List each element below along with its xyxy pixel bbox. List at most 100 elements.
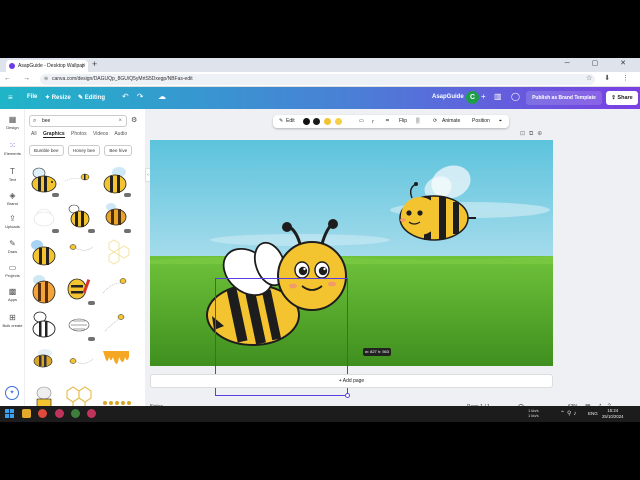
graphic-bee-1[interactable] — [27, 163, 61, 197]
clear-search-icon[interactable]: × — [118, 116, 122, 126]
tray-icons[interactable]: ⌃⚲♪ — [560, 410, 578, 417]
network-speed: 1 kb/s 1 kb/s — [528, 408, 539, 418]
avatar[interactable]: C — [466, 91, 479, 104]
rail-label: Text — [8, 177, 17, 182]
graphic-bee-lineart[interactable] — [27, 307, 61, 341]
position-button[interactable]: Position — [472, 118, 490, 124]
page-tools[interactable]: ⊡⧉⊕ — [520, 130, 546, 138]
rail-item-design[interactable]: ▦ Design — [0, 115, 25, 130]
invite-plus-icon[interactable]: + — [481, 92, 486, 101]
copy-style-icon[interactable]: ⌖ — [499, 118, 502, 124]
brand-icon: ◈ — [9, 191, 16, 200]
edit-button[interactable]: Edit — [286, 118, 295, 124]
graphic-bee-6[interactable] — [27, 235, 61, 269]
flip-button[interactable]: Flip — [399, 118, 407, 124]
app-icon-pink[interactable] — [87, 409, 96, 418]
chip-bumble-bee[interactable]: Bumble bee — [29, 145, 64, 156]
color-swatch-2[interactable] — [313, 118, 320, 125]
transparency-icon[interactable]: ▒ — [416, 118, 420, 124]
rail-item-uploads[interactable]: ⇪ Uploads — [0, 214, 25, 229]
rail-label: Elements — [4, 151, 21, 156]
rail-item-text[interactable]: T Text — [0, 167, 25, 182]
graphic-bee-sketch[interactable] — [63, 307, 97, 341]
filter-icon[interactable]: ⚙ — [131, 116, 137, 124]
graphic-bee-realistic[interactable] — [27, 343, 61, 377]
color-swatch-4[interactable] — [335, 118, 342, 125]
new-tab-button[interactable]: + — [92, 59, 97, 69]
share-button[interactable]: ⇪ Share — [606, 91, 638, 105]
menu-icon[interactable]: ≡ — [8, 93, 13, 102]
comments-icon[interactable]: ◯ — [511, 92, 520, 101]
browser-extension-icons[interactable]: ☆ ⬇ ⋮ — [586, 74, 634, 82]
tab-audio[interactable]: Audio — [114, 131, 127, 137]
clock[interactable]: 15:24 25/10/2024 — [602, 408, 624, 420]
undo-redo-icons[interactable]: ↶↷ — [122, 92, 151, 101]
analytics-icon[interactable]: ▥ — [494, 92, 502, 101]
editor-topbar: ≡ File ✦ Resize ✎ Editing ↶↷ ☁ AsapGuide… — [0, 87, 640, 109]
document-title[interactable]: AsapGuide — [432, 94, 464, 100]
graphic-bee-9[interactable] — [99, 271, 133, 305]
screen: AsapGuide - Desktop Wallpap × + ─ ▢ ✕ ← … — [0, 58, 640, 422]
chrome-icon[interactable] — [38, 409, 47, 418]
border-style-icon[interactable]: ▭ — [359, 118, 364, 124]
tab-photos[interactable]: Photos — [71, 131, 87, 137]
rail-item-bulk-create[interactable]: ⊞ Bulk create — [0, 313, 25, 328]
graphic-bee-4[interactable] — [63, 199, 97, 233]
graphic-bee-8[interactable] — [63, 271, 97, 305]
graphic-bee-5[interactable] — [99, 199, 133, 233]
graphic-bee-10[interactable] — [99, 307, 133, 341]
browser-tab[interactable]: AsapGuide - Desktop Wallpap × — [6, 60, 88, 72]
search-input[interactable]: ⌕ bee × — [29, 115, 127, 127]
color-swatch-1[interactable] — [303, 118, 310, 125]
close-tab-icon[interactable]: × — [81, 60, 85, 72]
graphic-bee-3[interactable] — [99, 163, 133, 197]
graphic-bee-outline[interactable] — [27, 199, 61, 233]
windows-start-icon[interactable] — [5, 409, 14, 418]
url-field[interactable]: ⊜ canva.com/design/DAGUQp_8GU/Q5yMrtS5Dx… — [40, 74, 595, 85]
publish-brand-template-button[interactable]: Publish as Brand Template — [526, 91, 602, 105]
edit-icon[interactable]: ✎ — [279, 118, 283, 124]
animate-button[interactable]: Animate — [442, 118, 460, 124]
app-icon-red[interactable] — [55, 409, 64, 418]
language-indicator[interactable]: ENG — [588, 411, 598, 416]
rail-item-brand[interactable]: ◈ Brand — [0, 191, 25, 206]
upload-icon: ⇪ — [9, 214, 16, 223]
chrome-profile-icon[interactable] — [71, 409, 80, 418]
projects-icon: ▭ — [8, 263, 17, 272]
windows-taskbar: 1 kb/s 1 kb/s ⌃⚲♪ ENG 15:24 25/10/2024 — [0, 406, 640, 422]
chip-honey-bee[interactable]: Honey bee — [67, 145, 101, 156]
rail-label: Brand — [7, 201, 18, 206]
browser-tab-bar: AsapGuide - Desktop Wallpap × + ─ ▢ ✕ — [0, 58, 640, 72]
elements-panel: ⌕ bee × ⚙ All Graphics Photos Videos Aud… — [25, 109, 145, 422]
tab-all[interactable]: All — [31, 131, 37, 137]
graphic-bee-7[interactable] — [27, 271, 61, 305]
canva-favicon-icon — [9, 63, 15, 69]
crop-icon[interactable]: ⌗ — [386, 118, 389, 124]
animate-icon[interactable]: ⟳ — [433, 118, 437, 124]
file-explorer-icon[interactable] — [22, 409, 31, 418]
rail-label: Uploads — [5, 224, 20, 229]
file-menu[interactable]: File — [27, 94, 37, 100]
graphic-honeycomb[interactable] — [99, 235, 133, 269]
premium-badge — [124, 193, 131, 197]
graphic-honey-drip[interactable] — [99, 343, 133, 377]
graphic-bee-flight[interactable] — [63, 343, 97, 377]
site-info-icon[interactable]: ⊜ — [44, 74, 48, 85]
tab-graphics[interactable]: Graphics — [42, 131, 65, 138]
editing-mode-button[interactable]: ✎ Editing — [78, 94, 105, 101]
rail-item-apps[interactable]: ▩ Apps — [0, 287, 25, 302]
corner-rounding-icon[interactable]: ╭ — [371, 118, 374, 124]
graphic-bee-2[interactable] — [63, 163, 97, 197]
color-swatch-3[interactable] — [324, 118, 331, 125]
rail-item-draw[interactable]: ✎ Draw — [0, 239, 25, 254]
chip-bee-hive[interactable]: Bee hive — [104, 145, 133, 156]
design-canvas[interactable] — [150, 140, 553, 366]
resize-button[interactable]: ✦ Resize — [45, 94, 71, 101]
add-page-button[interactable]: + Add page — [150, 374, 553, 388]
window-controls[interactable]: ─ ▢ ✕ — [565, 59, 636, 67]
rail-item-projects[interactable]: ▭ Projects — [0, 263, 25, 278]
magic-assistant-icon[interactable]: ✦ — [5, 386, 19, 400]
graphic-bee-trail[interactable] — [63, 235, 97, 269]
tab-videos[interactable]: Videos — [93, 131, 108, 137]
rail-item-elements[interactable]: ⁙ Elements — [0, 141, 25, 156]
